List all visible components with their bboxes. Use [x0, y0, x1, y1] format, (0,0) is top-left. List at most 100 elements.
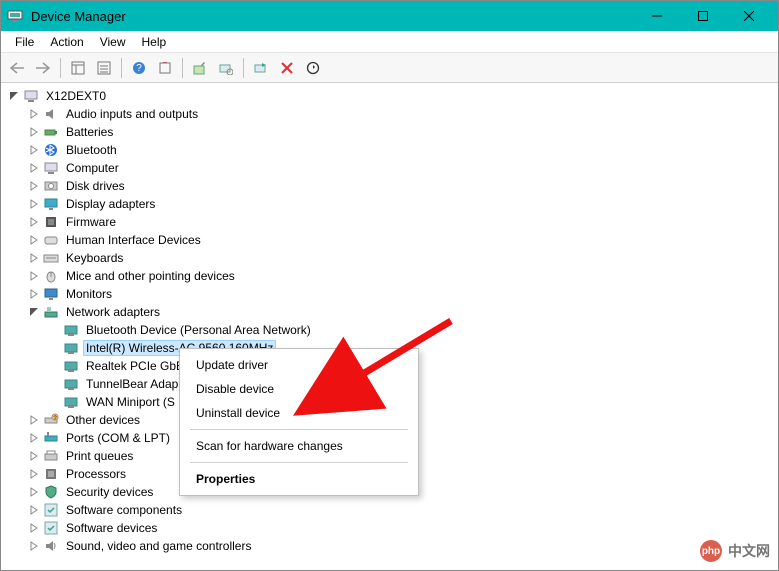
ctx-update-driver[interactable]: Update driver	[182, 353, 416, 377]
close-button[interactable]	[726, 1, 772, 31]
category-label[interactable]: Mice and other pointing devices	[63, 268, 238, 284]
category-icon	[43, 430, 59, 446]
device-label[interactable]: TunnelBear Adap	[83, 376, 181, 392]
category-icon	[43, 178, 59, 194]
action-button[interactable]	[153, 56, 177, 80]
help-button[interactable]: ?	[127, 56, 151, 80]
maximize-button[interactable]	[680, 1, 726, 31]
expand-handle[interactable]	[27, 485, 41, 499]
tree-row[interactable]: Disk drives	[27, 177, 778, 195]
category-label[interactable]: Audio inputs and outputs	[63, 106, 201, 122]
collapse-handle[interactable]	[7, 89, 21, 103]
category-label[interactable]: Other devices	[63, 412, 143, 428]
ctx-scan-hardware[interactable]: Scan for hardware changes	[182, 434, 416, 458]
menu-help[interactable]: Help	[134, 33, 175, 51]
category-label[interactable]: Firmware	[63, 214, 119, 230]
tree-row[interactable]: Network adapters	[27, 303, 778, 321]
tree-root-label[interactable]: X12DEXT0	[43, 88, 109, 104]
category-label[interactable]: Sound, video and game controllers	[63, 538, 254, 554]
category-icon	[43, 250, 59, 266]
show-hide-tree-button[interactable]	[66, 56, 90, 80]
category-label[interactable]: Keyboards	[63, 250, 126, 266]
titlebar: Device Manager	[1, 1, 778, 31]
tree-row[interactable]: Mice and other pointing devices	[27, 267, 778, 285]
content-area: X12DEXT0 Audio inputs and outputs Batterie…	[1, 83, 778, 570]
expand-handle[interactable]	[27, 215, 41, 229]
tree-row[interactable]: Display adapters	[27, 195, 778, 213]
ctx-properties[interactable]: Properties	[182, 467, 416, 491]
menu-action[interactable]: Action	[42, 33, 91, 51]
expand-handle[interactable]	[27, 179, 41, 193]
category-icon	[43, 124, 59, 140]
expand-handle[interactable]	[27, 413, 41, 427]
ctx-uninstall-device[interactable]: Uninstall device	[182, 401, 416, 425]
back-button[interactable]	[5, 56, 29, 80]
category-label[interactable]: Human Interface Devices	[63, 232, 204, 248]
expand-handle[interactable]	[27, 107, 41, 121]
category-label[interactable]: Software components	[63, 502, 185, 518]
category-icon	[43, 286, 59, 302]
expand-handle[interactable]	[27, 251, 41, 265]
category-label[interactable]: Computer	[63, 160, 122, 176]
scan-hardware-button[interactable]	[214, 56, 238, 80]
category-label[interactable]: Network adapters	[63, 304, 163, 320]
expand-handle[interactable]	[27, 197, 41, 211]
expand-handle[interactable]	[27, 161, 41, 175]
expand-handle[interactable]	[27, 125, 41, 139]
category-label[interactable]: Processors	[63, 466, 129, 482]
expand-handle[interactable]	[27, 521, 41, 535]
expand-handle[interactable]	[27, 143, 41, 157]
expand-handle[interactable]	[27, 269, 41, 283]
tree-row[interactable]: Monitors	[27, 285, 778, 303]
window-title: Device Manager	[31, 9, 126, 24]
expand-handle[interactable]	[27, 467, 41, 481]
category-label[interactable]: Disk drives	[63, 178, 128, 194]
enable-device-button[interactable]	[249, 56, 273, 80]
tree-row[interactable]: Sound, video and game controllers	[27, 537, 778, 555]
forward-button[interactable]	[31, 56, 55, 80]
device-label[interactable]: WAN Miniport (S	[83, 394, 178, 410]
device-tree-scroll[interactable]: X12DEXT0 Audio inputs and outputs Batterie…	[1, 83, 778, 570]
update-driver-button[interactable]	[188, 56, 212, 80]
expand-handle[interactable]	[27, 449, 41, 463]
tree-row[interactable]: X12DEXT0	[7, 87, 778, 105]
category-label[interactable]: Security devices	[63, 484, 156, 500]
expand-handle[interactable]	[27, 503, 41, 517]
ctx-separator	[190, 429, 408, 430]
ctx-disable-device[interactable]: Disable device	[182, 377, 416, 401]
menu-view[interactable]: View	[92, 33, 134, 51]
menu-file[interactable]: File	[7, 33, 42, 51]
category-label[interactable]: Ports (COM & LPT)	[63, 430, 173, 446]
category-label[interactable]: Display adapters	[63, 196, 158, 212]
window-controls	[634, 1, 772, 31]
tree-row[interactable]: Audio inputs and outputs	[27, 105, 778, 123]
category-icon	[43, 448, 59, 464]
tree-row[interactable]: Firmware	[27, 213, 778, 231]
expand-handle[interactable]	[27, 287, 41, 301]
expand-handle[interactable]	[27, 431, 41, 445]
tree-row[interactable]: Software components	[27, 501, 778, 519]
category-label[interactable]: Monitors	[63, 286, 115, 302]
expand-handle[interactable]	[27, 539, 41, 553]
tree-row[interactable]: Human Interface Devices	[27, 231, 778, 249]
properties-button[interactable]	[92, 56, 116, 80]
category-label[interactable]: Batteries	[63, 124, 116, 140]
tree-row[interactable]: Keyboards	[27, 249, 778, 267]
collapse-handle[interactable]	[27, 305, 41, 319]
minimize-button[interactable]	[634, 1, 680, 31]
category-label[interactable]: Bluetooth	[63, 142, 120, 158]
device-icon	[63, 340, 79, 356]
tree-row[interactable]: Software devices	[27, 519, 778, 537]
category-icon	[43, 466, 59, 482]
category-label[interactable]: Print queues	[63, 448, 136, 464]
expand-handle[interactable]	[27, 233, 41, 247]
device-label[interactable]: Bluetooth Device (Personal Area Network)	[83, 322, 314, 338]
category-label[interactable]: Software devices	[63, 520, 160, 536]
tree-row[interactable]: Bluetooth Device (Personal Area Network)	[47, 321, 778, 339]
tree-row[interactable]: Computer	[27, 159, 778, 177]
disable-device-button[interactable]	[301, 56, 325, 80]
tree-row[interactable]: Bluetooth	[27, 141, 778, 159]
device-label[interactable]: Realtek PCIe GbE	[83, 358, 187, 374]
tree-row[interactable]: Batteries	[27, 123, 778, 141]
uninstall-device-button[interactable]	[275, 56, 299, 80]
